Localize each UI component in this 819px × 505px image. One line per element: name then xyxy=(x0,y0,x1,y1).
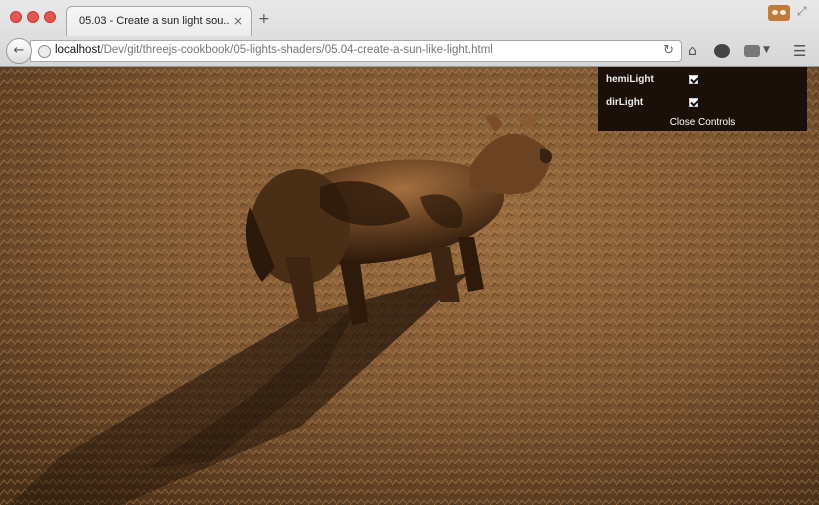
new-tab-button[interactable]: + xyxy=(258,11,270,27)
tab-close-button[interactable]: × xyxy=(233,14,243,28)
globe-icon xyxy=(38,45,51,58)
back-button[interactable]: ← xyxy=(6,38,32,64)
controls-panel: hemiLight dirLight Close Controls xyxy=(598,67,807,131)
extension-icon[interactable] xyxy=(714,44,730,58)
control-label: hemiLight xyxy=(606,74,654,85)
url-bar[interactable]: localhost/Dev/git/threejs-cookbook/05-li… xyxy=(30,40,682,62)
url-text: localhost/Dev/git/threejs-cookbook/05-li… xyxy=(55,44,655,56)
chevron-down-icon[interactable]: ▼ xyxy=(763,45,770,55)
window-minimize-button[interactable] xyxy=(27,11,39,23)
back-arrow-icon: ← xyxy=(13,43,25,58)
menu-icon[interactable]: ☰ xyxy=(793,42,806,60)
navigation-bar: localhost/Dev/git/threejs-cookbook/05-li… xyxy=(0,36,819,67)
url-host: localhost xyxy=(55,44,101,56)
hemilight-checkbox[interactable] xyxy=(689,75,698,84)
webgl-canvas[interactable] xyxy=(0,67,819,505)
scene-render xyxy=(0,67,819,505)
title-bar: 05.03 - Create a sun light sou... × + ⤢ xyxy=(0,0,819,36)
control-label: dirLight xyxy=(606,97,644,108)
url-path: /Dev/git/threejs-cookbook/05-lights-shad… xyxy=(100,44,493,56)
window-maximize-button[interactable] xyxy=(44,11,56,23)
window-close-button[interactable] xyxy=(10,11,22,23)
private-mask-icon xyxy=(768,5,790,21)
control-row-hemilight[interactable]: hemiLight xyxy=(598,69,807,91)
dirlight-checkbox[interactable] xyxy=(689,98,698,107)
control-row-dirlight[interactable]: dirLight xyxy=(598,92,807,114)
reload-icon[interactable]: ↻ xyxy=(663,43,674,58)
close-controls-button[interactable]: Close Controls xyxy=(598,115,807,131)
browser-tab[interactable]: 05.03 - Create a sun light sou... × xyxy=(66,6,252,36)
browser-chrome: 05.03 - Create a sun light sou... × + ⤢ … xyxy=(0,0,819,67)
tab-title: 05.03 - Create a sun light sou... xyxy=(79,15,229,27)
fullscreen-icon[interactable]: ⤢ xyxy=(797,4,807,19)
addon-icon[interactable] xyxy=(744,45,760,57)
home-icon[interactable]: ⌂ xyxy=(688,43,697,59)
